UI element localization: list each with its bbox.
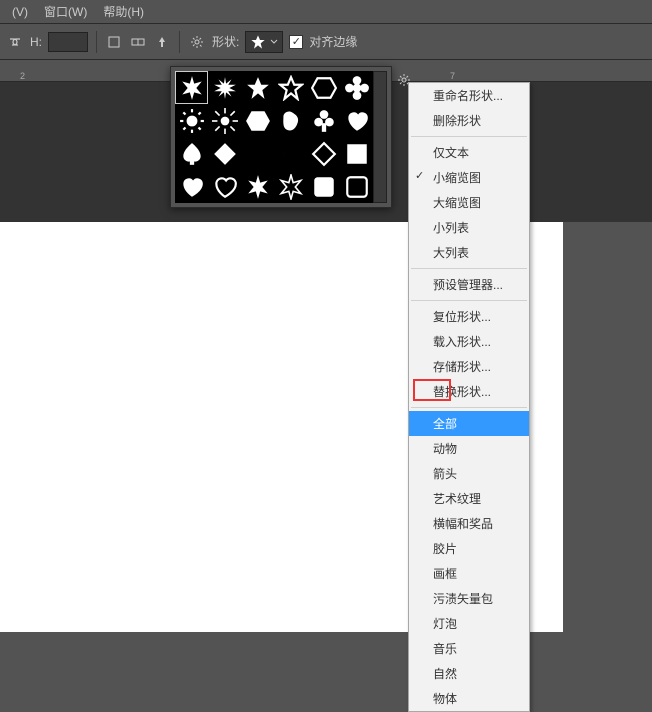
shape-diamond-outline[interactable] xyxy=(307,137,340,170)
menu-film[interactable]: 胶片 xyxy=(409,536,529,561)
shape-star8[interactable] xyxy=(175,71,208,104)
menu-sep xyxy=(411,136,527,137)
menu-bulbs[interactable]: 灯泡 xyxy=(409,611,529,636)
menu-nature[interactable]: 自然 xyxy=(409,661,529,686)
align-icon-2[interactable] xyxy=(129,33,147,51)
menu-large-thumb[interactable]: 大缩览图 xyxy=(409,190,529,215)
menu-preset-manager[interactable]: 预设管理器... xyxy=(409,272,529,297)
check-icon: ✓ xyxy=(415,169,424,182)
shape-burst[interactable] xyxy=(208,71,241,104)
align-icon-3[interactable] xyxy=(153,33,171,51)
menu-art-textures[interactable]: 艺术纹理 xyxy=(409,486,529,511)
shape-heart-outline[interactable] xyxy=(208,170,241,203)
ruler-mark: 7 xyxy=(450,71,455,81)
menu-window[interactable]: 窗口(W) xyxy=(36,0,95,23)
shape-hexagon[interactable] xyxy=(307,71,340,104)
h-input[interactable] xyxy=(48,32,88,52)
shapes-flyout-menu: 重命名形状... 删除形状 仅文本 ✓ 小缩览图 大缩览图 小列表 大列表 预设管… xyxy=(408,82,530,712)
shape-star5-outline[interactable] xyxy=(274,71,307,104)
menu-reset-shapes[interactable]: 复位形状... xyxy=(409,304,529,329)
menu-arrows[interactable]: 箭头 xyxy=(409,461,529,486)
shape-diamond[interactable] xyxy=(208,137,241,170)
menu-save-shapes[interactable]: 存储形状... xyxy=(409,354,529,379)
menu-objects[interactable]: 物体 xyxy=(409,686,529,711)
align-edges-label: 对齐边缘 xyxy=(309,33,357,50)
menu-replace-shapes[interactable]: 替换形状... xyxy=(409,379,529,404)
shape-label: 形状: xyxy=(212,33,239,50)
menu-sep xyxy=(411,268,527,269)
menu-sep xyxy=(411,407,527,408)
menu-small-thumb-label: 小缩览图 xyxy=(433,171,481,185)
shape-picker[interactable] xyxy=(245,31,283,53)
shape-flower[interactable] xyxy=(340,71,373,104)
shape-square[interactable] xyxy=(340,137,373,170)
shapes-picker-panel xyxy=(170,66,392,208)
menu-text-only[interactable]: 仅文本 xyxy=(409,140,529,165)
h-label: H: xyxy=(30,35,42,49)
menu-large-list[interactable]: 大列表 xyxy=(409,240,529,265)
menu-animals[interactable]: 动物 xyxy=(409,436,529,461)
menu-rename-shape[interactable]: 重命名形状... xyxy=(409,83,529,108)
shape-hexagon-fill[interactable] xyxy=(241,104,274,137)
shapes-scrollbar[interactable] xyxy=(373,71,387,203)
shape-square-outline[interactable] xyxy=(340,170,373,203)
shape-spade[interactable] xyxy=(175,137,208,170)
shape-square2[interactable] xyxy=(307,170,340,203)
shape-moon[interactable] xyxy=(241,137,274,170)
menu-music[interactable]: 音乐 xyxy=(409,636,529,661)
menu-delete-shape[interactable]: 删除形状 xyxy=(409,108,529,133)
menu-small-list[interactable]: 小列表 xyxy=(409,215,529,240)
link-icon[interactable] xyxy=(6,33,24,51)
menu-all[interactable]: 全部 xyxy=(409,411,529,436)
shapes-grid xyxy=(175,71,373,203)
menubar: (V) 窗口(W) 帮助(H) xyxy=(0,0,652,24)
ruler-mark: 2 xyxy=(20,71,25,81)
shape-blob[interactable] xyxy=(274,104,307,137)
menu-view[interactable]: (V) xyxy=(4,2,36,22)
gear-small-icon[interactable] xyxy=(188,33,206,51)
menu-small-thumb[interactable]: ✓ 小缩览图 xyxy=(409,165,529,190)
options-toolbar: H: 形状: ✓ 对齐边缘 xyxy=(0,24,652,60)
menu-frames[interactable]: 画框 xyxy=(409,561,529,586)
shape-sun2[interactable] xyxy=(208,104,241,137)
menu-help[interactable]: 帮助(H) xyxy=(95,0,152,23)
shape-moon2[interactable] xyxy=(274,137,307,170)
menu-load-shapes[interactable]: 载入形状... xyxy=(409,329,529,354)
shape-star8b[interactable] xyxy=(241,170,274,203)
menu-grime[interactable]: 污渍矢量包 xyxy=(409,586,529,611)
shape-heart[interactable] xyxy=(340,104,373,137)
shape-star5[interactable] xyxy=(241,71,274,104)
align-icon-1[interactable] xyxy=(105,33,123,51)
shape-club[interactable] xyxy=(307,104,340,137)
shape-heart2[interactable] xyxy=(175,170,208,203)
menu-sep xyxy=(411,300,527,301)
shape-star8-outline[interactable] xyxy=(274,170,307,203)
align-edges-checkbox[interactable]: ✓ xyxy=(289,35,303,49)
shape-sun[interactable] xyxy=(175,104,208,137)
menu-banners[interactable]: 横幅和奖品 xyxy=(409,511,529,536)
